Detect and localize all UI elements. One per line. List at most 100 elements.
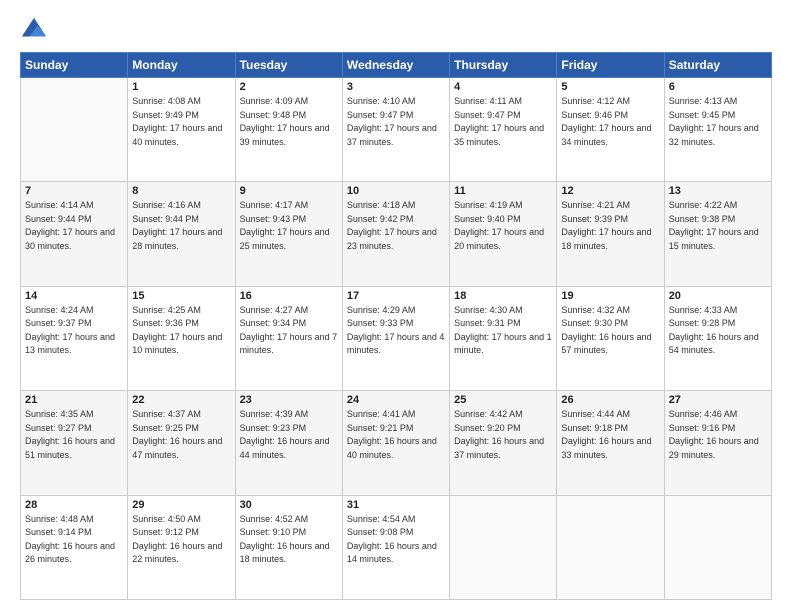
calendar-table: SundayMondayTuesdayWednesdayThursdayFrid…: [20, 52, 772, 600]
day-number: 26: [561, 394, 659, 406]
calendar-cell: 8 Sunrise: 4:16 AMSunset: 9:44 PMDaylight…: [128, 182, 235, 286]
calendar-cell: 15 Sunrise: 4:25 AMSunset: 9:36 PMDayligh…: [128, 286, 235, 390]
calendar-cell: 6Sunrise: 4:13 AMSunset: 9:45 PMDaylight…: [664, 78, 771, 182]
day-info: Sunrise: 4:30 AMSunset: 9:31 PMDaylight:…: [454, 304, 552, 358]
day-info: Sunrise: 4:42 AMSunset: 9:20 PMDaylight:…: [454, 408, 552, 462]
calendar-week-3: 14 Sunrise: 4:24 AMSunset: 9:37 PMDayligh…: [21, 286, 772, 390]
calendar-cell: 29Sunrise: 4:50 AMSunset: 9:12 PMDayligh…: [128, 495, 235, 599]
calendar-cell: 2 Sunrise: 4:09 AMSunset: 9:48 PMDaylight…: [235, 78, 342, 182]
day-info: Sunrise: 4:08 AMSunset: 9:49 PMDaylight:…: [132, 95, 230, 149]
calendar-cell: 12 Sunrise: 4:21 AMSunset: 9:39 PMDayligh…: [557, 182, 664, 286]
logo: [20, 16, 52, 44]
calendar-cell: 24 Sunrise: 4:41 AMSunset: 9:21 PMDayligh…: [342, 391, 449, 495]
day-info: Sunrise: 4:11 AMSunset: 9:47 PMDaylight:…: [454, 95, 552, 149]
day-info: Sunrise: 4:16 AMSunset: 9:44 PMDaylight:…: [132, 199, 230, 253]
day-info: Sunrise: 4:54 AMSunset: 9:08 PMDaylight:…: [347, 513, 445, 567]
weekday-header-saturday: Saturday: [664, 53, 771, 78]
calendar-cell: [450, 495, 557, 599]
weekday-header-friday: Friday: [557, 53, 664, 78]
day-info: Sunrise: 4:41 AMSunset: 9:21 PMDaylight:…: [347, 408, 445, 462]
calendar-cell: 27 Sunrise: 4:46 AMSunset: 9:16 PMDayligh…: [664, 391, 771, 495]
day-number: 28: [25, 499, 123, 511]
calendar-cell: [664, 495, 771, 599]
day-number: 4: [454, 81, 552, 93]
calendar-week-4: 21 Sunrise: 4:35 AMSunset: 9:27 PMDayligh…: [21, 391, 772, 495]
calendar-week-5: 28 Sunrise: 4:48 AMSunset: 9:14 PMDayligh…: [21, 495, 772, 599]
calendar-cell: 20 Sunrise: 4:33 AMSunset: 9:28 PMDayligh…: [664, 286, 771, 390]
day-number: 17: [347, 290, 445, 302]
logo-icon: [20, 16, 48, 44]
day-info: Sunrise: 4:24 AMSunset: 9:37 PMDaylight:…: [25, 304, 123, 358]
day-number: 29: [132, 499, 230, 511]
day-number: 18: [454, 290, 552, 302]
calendar-week-1: 1 Sunrise: 4:08 AMSunset: 9:49 PMDaylight…: [21, 78, 772, 182]
calendar-cell: 17 Sunrise: 4:29 AMSunset: 9:33 PMDayligh…: [342, 286, 449, 390]
calendar-cell: 1 Sunrise: 4:08 AMSunset: 9:49 PMDaylight…: [128, 78, 235, 182]
calendar-cell: [21, 78, 128, 182]
calendar-cell: 4 Sunrise: 4:11 AMSunset: 9:47 PMDaylight…: [450, 78, 557, 182]
day-number: 20: [669, 290, 767, 302]
day-number: 1: [132, 81, 230, 93]
day-number: 14: [25, 290, 123, 302]
calendar-cell: 28 Sunrise: 4:48 AMSunset: 9:14 PMDayligh…: [21, 495, 128, 599]
day-number: 31: [347, 499, 445, 511]
calendar-cell: 3Sunrise: 4:10 AMSunset: 9:47 PMDaylight…: [342, 78, 449, 182]
day-number: 8: [132, 185, 230, 197]
calendar-cell: 5 Sunrise: 4:12 AMSunset: 9:46 PMDaylight…: [557, 78, 664, 182]
day-number: 30: [240, 499, 338, 511]
day-number: 10: [347, 185, 445, 197]
calendar-cell: 22 Sunrise: 4:37 AMSunset: 9:25 PMDayligh…: [128, 391, 235, 495]
day-number: 5: [561, 81, 659, 93]
calendar-cell: 23 Sunrise: 4:39 AMSunset: 9:23 PMDayligh…: [235, 391, 342, 495]
day-info: Sunrise: 4:29 AMSunset: 9:33 PMDaylight:…: [347, 304, 445, 358]
weekday-header-monday: Monday: [128, 53, 235, 78]
day-info: Sunrise: 4:46 AMSunset: 9:16 PMDaylight:…: [669, 408, 767, 462]
calendar-cell: 10Sunrise: 4:18 AMSunset: 9:42 PMDayligh…: [342, 182, 449, 286]
day-number: 19: [561, 290, 659, 302]
day-number: 15: [132, 290, 230, 302]
day-number: 23: [240, 394, 338, 406]
calendar-cell: 21 Sunrise: 4:35 AMSunset: 9:27 PMDayligh…: [21, 391, 128, 495]
header: [20, 16, 772, 44]
day-info: Sunrise: 4:09 AMSunset: 9:48 PMDaylight:…: [240, 95, 338, 149]
day-number: 22: [132, 394, 230, 406]
day-number: 11: [454, 185, 552, 197]
day-number: 12: [561, 185, 659, 197]
day-number: 27: [669, 394, 767, 406]
day-info: Sunrise: 4:27 AMSunset: 9:34 PMDaylight:…: [240, 304, 338, 358]
day-info: Sunrise: 4:32 AMSunset: 9:30 PMDaylight:…: [561, 304, 659, 358]
day-number: 25: [454, 394, 552, 406]
day-number: 24: [347, 394, 445, 406]
calendar-cell: [557, 495, 664, 599]
calendar-cell: 30Sunrise: 4:52 AMSunset: 9:10 PMDayligh…: [235, 495, 342, 599]
calendar-cell: 9Sunrise: 4:17 AMSunset: 9:43 PMDaylight…: [235, 182, 342, 286]
weekday-header-sunday: Sunday: [21, 53, 128, 78]
day-info: Sunrise: 4:35 AMSunset: 9:27 PMDaylight:…: [25, 408, 123, 462]
day-info: Sunrise: 4:48 AMSunset: 9:14 PMDaylight:…: [25, 513, 123, 567]
weekday-header-thursday: Thursday: [450, 53, 557, 78]
day-number: 16: [240, 290, 338, 302]
weekday-header-tuesday: Tuesday: [235, 53, 342, 78]
calendar-week-2: 7Sunrise: 4:14 AMSunset: 9:44 PMDaylight…: [21, 182, 772, 286]
weekday-header-wednesday: Wednesday: [342, 53, 449, 78]
day-info: Sunrise: 4:39 AMSunset: 9:23 PMDaylight:…: [240, 408, 338, 462]
day-info: Sunrise: 4:33 AMSunset: 9:28 PMDaylight:…: [669, 304, 767, 358]
day-info: Sunrise: 4:25 AMSunset: 9:36 PMDaylight:…: [132, 304, 230, 358]
calendar-cell: 25 Sunrise: 4:42 AMSunset: 9:20 PMDayligh…: [450, 391, 557, 495]
day-number: 3: [347, 81, 445, 93]
day-info: Sunrise: 4:37 AMSunset: 9:25 PMDaylight:…: [132, 408, 230, 462]
day-info: Sunrise: 4:14 AMSunset: 9:44 PMDaylight:…: [25, 199, 123, 253]
day-info: Sunrise: 4:12 AMSunset: 9:46 PMDaylight:…: [561, 95, 659, 149]
day-info: Sunrise: 4:17 AMSunset: 9:43 PMDaylight:…: [240, 199, 338, 253]
calendar-cell: 31 Sunrise: 4:54 AMSunset: 9:08 PMDayligh…: [342, 495, 449, 599]
day-info: Sunrise: 4:44 AMSunset: 9:18 PMDaylight:…: [561, 408, 659, 462]
calendar-cell: 13Sunrise: 4:22 AMSunset: 9:38 PMDayligh…: [664, 182, 771, 286]
calendar-cell: 18 Sunrise: 4:30 AMSunset: 9:31 PMDayligh…: [450, 286, 557, 390]
calendar-cell: 26 Sunrise: 4:44 AMSunset: 9:18 PMDayligh…: [557, 391, 664, 495]
day-info: Sunrise: 4:13 AMSunset: 9:45 PMDaylight:…: [669, 95, 767, 149]
calendar-cell: 19 Sunrise: 4:32 AMSunset: 9:30 PMDayligh…: [557, 286, 664, 390]
day-number: 21: [25, 394, 123, 406]
day-info: Sunrise: 4:21 AMSunset: 9:39 PMDaylight:…: [561, 199, 659, 253]
calendar-cell: 11Sunrise: 4:19 AMSunset: 9:40 PMDayligh…: [450, 182, 557, 286]
day-number: 2: [240, 81, 338, 93]
